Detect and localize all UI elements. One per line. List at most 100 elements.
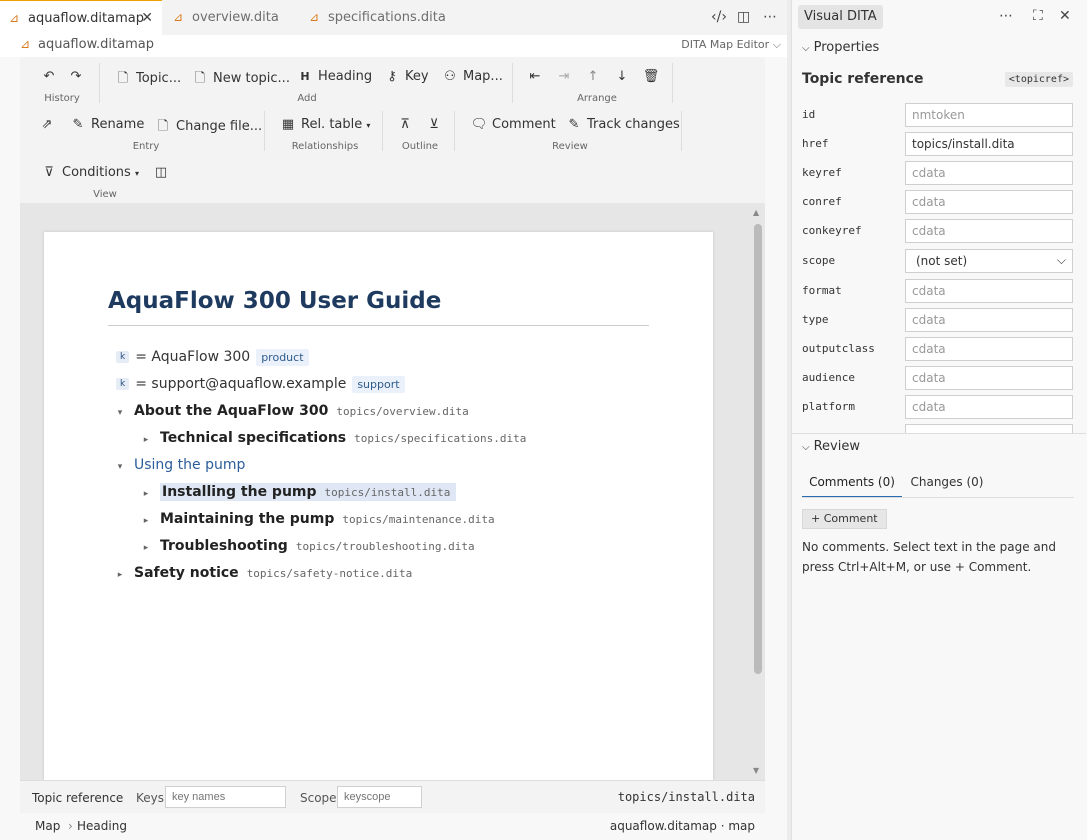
close-icon[interactable]: ✕ [1059, 8, 1071, 24]
track-changes-button[interactable]: ✎ Track changes [565, 117, 680, 132]
key-badge: k [116, 378, 130, 390]
prop-label: id [802, 108, 816, 121]
tab-comments[interactable]: Comments (0) [802, 467, 902, 498]
panel-title: Visual DITA [798, 5, 883, 29]
footer-crumb-map[interactable]: Map [35, 819, 60, 833]
keyref-input[interactable]: cdata [905, 161, 1073, 185]
move-down-button[interactable]: ↓ [613, 69, 635, 84]
comments-empty-text: No comments. Select text in the page and… [802, 540, 1056, 574]
scroll-down-icon[interactable]: ▼ [753, 766, 759, 775]
expand-toggle-icon[interactable]: ▸ [112, 570, 128, 580]
element-name: Topic reference [802, 71, 924, 87]
comment-button[interactable]: 🗨 Comment [470, 117, 556, 132]
keydef-row[interactable]: k = support@aquaflow.example support [116, 376, 405, 393]
topicref-row-selected[interactable]: ▸ Installing the pump topics/install.dita [138, 483, 457, 501]
keyscope-input[interactable] [337, 786, 422, 808]
type-input[interactable]: cdata [905, 308, 1073, 332]
outputclass-input[interactable]: cdata [905, 337, 1073, 361]
scope-select[interactable]: (not set) ⌵ [905, 249, 1073, 273]
redo-button[interactable]: ↷ [67, 69, 89, 84]
indent-button[interactable]: ⇥ [555, 69, 577, 84]
history-group-label: History [44, 93, 80, 104]
topicref-href: topics/troubleshooting.dita [295, 540, 475, 553]
source-code-icon[interactable]: ‹/› [711, 9, 727, 25]
rel-table-button[interactable]: ▦ Rel. table ▾ [279, 117, 371, 132]
href-input[interactable]: topics/install.dita [905, 132, 1073, 156]
expand-toggle-icon[interactable]: ▸ [138, 543, 154, 553]
platform-input[interactable]: cdata [905, 395, 1073, 419]
split-editor-icon[interactable]: ◫ [737, 9, 750, 25]
prop-conref: conref cdata [802, 190, 1074, 214]
key-icon: ⚷ [387, 69, 397, 84]
prop-label: href [802, 137, 829, 150]
format-input[interactable]: cdata [905, 279, 1073, 303]
id-input[interactable]: nmtoken [905, 103, 1073, 127]
add-comment-button[interactable]: + Comment [802, 509, 887, 529]
topicref-row[interactable]: ▸ Technical specifications topics/specific… [138, 430, 527, 446]
expand-toggle-icon[interactable]: ▸ [138, 489, 154, 499]
prop-label: format [802, 284, 842, 297]
topic-button[interactable]: 🗋 Topic... [114, 69, 181, 91]
comment-icon: 🗨 [470, 117, 488, 132]
more-actions-icon[interactable]: ⋯ [999, 8, 1013, 24]
conref-input[interactable]: cdata [905, 190, 1073, 214]
next-input[interactable] [905, 424, 1073, 433]
maximize-icon[interactable]: ⛶ [1033, 8, 1043, 24]
map-button[interactable]: ⚇ Map... [441, 69, 503, 84]
chevron-down-icon: ⌵ [802, 43, 810, 54]
scrollbar-thumb[interactable] [754, 224, 762, 674]
undo-button[interactable]: ↶ [40, 69, 62, 84]
tab-changes[interactable]: Changes (0) [902, 467, 992, 498]
close-icon[interactable]: ✕ [141, 1, 153, 36]
key-button[interactable]: ⚷ Key [383, 69, 428, 84]
footer-crumb-heading[interactable]: Heading [77, 819, 127, 833]
delete-button[interactable]: 🗑 [642, 69, 664, 84]
topicref-row[interactable]: ▸ Safety notice topics/safety-notice.dita [112, 565, 413, 581]
conkeyref-input[interactable]: cdata [905, 219, 1073, 243]
prop-label: outputclass [802, 342, 875, 355]
audience-input[interactable]: cdata [905, 366, 1073, 390]
collapse-toggle-icon[interactable]: ▾ [112, 462, 128, 472]
tab-label: aquaflow.ditamap [28, 11, 144, 26]
collapse-toggle-icon[interactable]: ▾ [112, 408, 128, 418]
heading-button[interactable]: H Heading [296, 69, 372, 84]
expand-icon: ⊻ [429, 117, 439, 132]
expand-toggle-icon[interactable]: ▸ [138, 435, 154, 445]
separator [512, 63, 513, 103]
change-file-button[interactable]: 🗋 Change file... [154, 117, 262, 139]
keydef-row[interactable]: k = AquaFlow 300 product [116, 349, 309, 366]
topicref-row[interactable]: ▸ Troubleshooting topics/troubleshooting.d… [138, 538, 475, 554]
rename-button[interactable]: ✎ Rename [69, 117, 145, 132]
new-document-icon: 🗋 [194, 71, 206, 86]
keys-input[interactable] [165, 786, 286, 808]
map-title[interactable]: AquaFlow 300 User Guide [108, 288, 441, 314]
toggle-panel-button[interactable]: ◫ [152, 165, 174, 180]
outdent-button[interactable]: ⇤ [526, 69, 548, 84]
topichead-row[interactable]: ▾ Using the pump [112, 457, 246, 473]
filter-icon: ⊽ [44, 165, 54, 180]
footer-bar: Map › Heading aquaflow.ditamap · map [20, 813, 765, 840]
tab-overview-dita[interactable]: ⊿ overview.dita [164, 0, 300, 35]
tab-specifications-dita[interactable]: ⊿ specifications.dita [300, 0, 450, 35]
chevron-down-icon: ⌵ [802, 442, 810, 453]
breadcrumb-file[interactable]: aquaflow.ditamap [38, 37, 154, 52]
conditions-button[interactable]: ⊽ Conditions ▾ [40, 165, 139, 180]
collapse-all-button[interactable]: ⊼ [396, 117, 418, 132]
review-section-header[interactable]: ⌵ Review [802, 439, 860, 454]
topicref-row[interactable]: ▸ Maintaining the pump topics/maintenance.… [138, 511, 495, 527]
open-button[interactable]: ⇗ [38, 117, 60, 132]
key-name-tag: support [352, 376, 405, 393]
vertical-scrollbar[interactable]: ▲ ▼ [753, 208, 763, 778]
topicref-row[interactable]: ▾ About the AquaFlow 300 topics/overview.d… [112, 403, 469, 419]
new-topic-button[interactable]: 🗋 New topic... [191, 69, 290, 91]
tab-aquaflow-ditamap[interactable]: ⊿ aquaflow.ditamap ✕ [0, 0, 162, 35]
editor-selector[interactable]: DITA Map Editor ⌵ [681, 38, 781, 52]
change-file-label: Change file... [176, 119, 263, 134]
scroll-up-icon[interactable]: ▲ [753, 208, 759, 217]
properties-section-header[interactable]: ⌵ Properties [802, 40, 879, 55]
topicref-href: topics/safety-notice.dita [246, 567, 413, 580]
expand-toggle-icon[interactable]: ▸ [138, 516, 154, 526]
more-actions-icon[interactable]: ⋯ [763, 9, 777, 25]
move-up-button[interactable]: ↑ [584, 69, 606, 84]
expand-all-button[interactable]: ⊻ [425, 117, 447, 132]
